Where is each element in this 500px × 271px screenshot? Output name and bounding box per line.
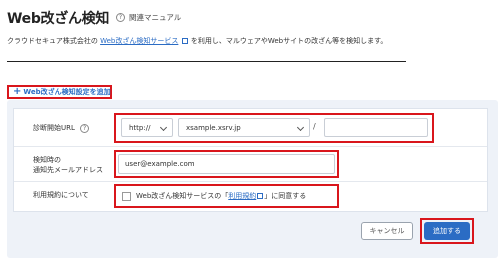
protocol-select[interactable]: http:// <box>121 118 173 137</box>
email-label: 検知時の 通知先メールアドレス <box>33 155 103 175</box>
path-separator: / <box>313 122 316 131</box>
row-divider <box>14 181 487 182</box>
external-link-icon <box>181 38 188 44</box>
page-description: クラウドセキュア株式会社の Web改ざん検知サービス を利用し、マルウェアやWe… <box>7 36 387 46</box>
description-suffix: を利用し、マルウェアやWebサイトの改ざん等を検知します。 <box>190 37 388 45</box>
terms-checkbox[interactable] <box>122 192 131 201</box>
help-manual-link[interactable]: ? 関連マニュアル <box>116 12 181 23</box>
service-link[interactable]: Web改ざん検知サービス <box>100 37 178 45</box>
url-label: 診断開始URL <box>33 124 75 132</box>
external-link-icon <box>257 193 264 199</box>
title-divider <box>7 61 406 62</box>
chevron-down-icon <box>296 123 305 132</box>
path-input[interactable] <box>324 118 428 137</box>
plus-icon: + <box>13 86 22 97</box>
email-label-line1: 検知時の <box>33 156 61 164</box>
add-button[interactable]: 追加する <box>424 222 470 240</box>
url-label-wrap: 診断開始URL ? <box>33 123 90 133</box>
question-circle-icon: ? <box>116 13 125 22</box>
add-setting-link[interactable]: + Web改ざん検知設定を追加 <box>7 85 112 99</box>
domain-select[interactable]: xsample.xsrv.jp <box>178 118 310 137</box>
terms-label: 利用規約について <box>33 191 89 199</box>
help-manual-label: 関連マニュアル <box>129 13 182 22</box>
add-setting-label: Web改ざん検知設定を追加 <box>23 88 111 96</box>
terms-text-prefix: Web改ざん検知サービスの「 <box>136 192 229 200</box>
terms-agreement-text: Web改ざん検知サービスの「利用規約 」に同意する <box>136 191 306 201</box>
domain-value: xsample.xsrv.jp <box>186 123 241 132</box>
row-divider <box>14 146 487 147</box>
terms-text-suffix: 」に同意する <box>264 192 307 200</box>
cancel-button[interactable]: キャンセル <box>361 222 413 240</box>
description-prefix: クラウドセキュア株式会社の <box>7 37 98 45</box>
page-title: Web改ざん検知 <box>7 11 110 27</box>
protocol-value: http:// <box>129 123 151 132</box>
email-label-line2: 通知先メールアドレス <box>33 166 103 174</box>
chevron-down-icon <box>159 123 168 132</box>
email-field[interactable]: user@example.com <box>118 154 335 174</box>
terms-link[interactable]: 利用規約 <box>228 192 256 200</box>
question-circle-icon[interactable]: ? <box>80 124 90 133</box>
